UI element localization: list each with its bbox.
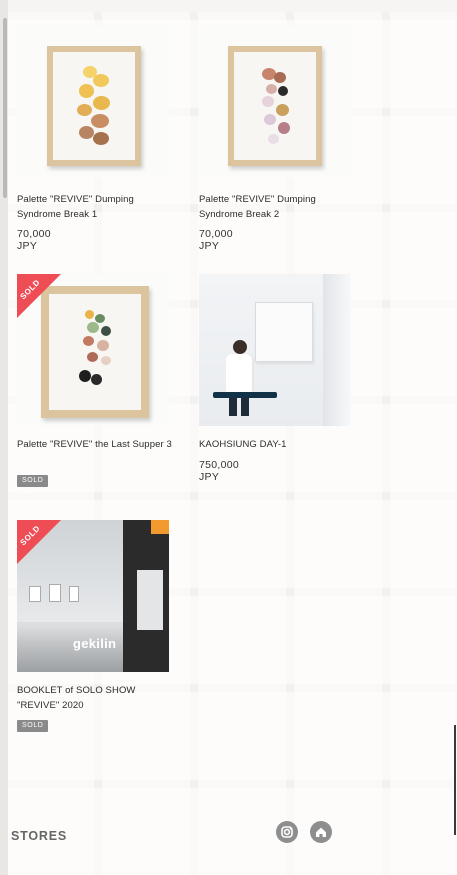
- product-image[interactable]: SOLD: [17, 274, 169, 426]
- visitor-leg: [241, 398, 249, 416]
- right-edge-line: [454, 725, 456, 835]
- visitor-leg: [229, 398, 237, 416]
- storefront-sign: [151, 520, 169, 534]
- instagram-icon[interactable]: [276, 821, 298, 843]
- scrollbar[interactable]: [3, 18, 7, 198]
- product-image[interactable]: [199, 274, 351, 426]
- canvas-artwork: [255, 302, 313, 362]
- product-title[interactable]: BOOKLET of SOLO SHOW "REVIVE" 2020: [17, 683, 173, 713]
- product-title[interactable]: Palette "REVIVE" the Last Supper 3: [17, 437, 173, 452]
- gallery-pillar: [323, 274, 351, 426]
- product-price: 750,000 JPY: [199, 459, 240, 483]
- painting-frame: [228, 46, 322, 166]
- home-icon[interactable]: [310, 821, 332, 843]
- visitor-head: [233, 340, 247, 354]
- top-bar: [0, 0, 457, 12]
- product-image[interactable]: [199, 26, 351, 178]
- painting-frame: [47, 46, 141, 166]
- interior-wall: [137, 570, 163, 630]
- sold-out-badge: SOLD OUT: [17, 475, 49, 496]
- stores-logo[interactable]: STORES: [11, 829, 67, 843]
- storefront-logo-text: gekilin: [73, 636, 117, 651]
- product-title[interactable]: Palette "REVIVE" Dumping Syndrome Break …: [199, 192, 355, 222]
- product-image[interactable]: gekilin SOLD: [17, 520, 169, 672]
- product-image[interactable]: [17, 26, 169, 178]
- product-price: 70,000 JPY: [199, 228, 233, 252]
- wall-frame: [29, 586, 41, 602]
- product-price: 70,000 JPY: [17, 228, 51, 252]
- sold-out-badge: SOLD OUT: [17, 720, 49, 741]
- product-title[interactable]: Palette "REVIVE" Dumping Syndrome Break …: [17, 192, 173, 222]
- product-title[interactable]: KAOHSIUNG DAY-1: [199, 437, 355, 452]
- wall-frame: [49, 584, 61, 602]
- wall-frame: [69, 586, 79, 602]
- visitor-body: [226, 354, 254, 392]
